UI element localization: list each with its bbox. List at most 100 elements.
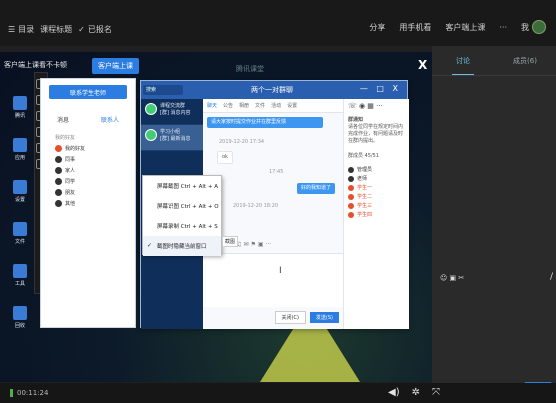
check-icon: ✓ xyxy=(78,25,85,34)
elapsed-timer: 00:11:24 xyxy=(10,389,48,397)
contact-teacher-button[interactable]: 联系学生老师 xyxy=(49,85,127,99)
app-icon xyxy=(13,306,27,320)
menu-item-label: 屏幕识图 Ctrl + Alt + O xyxy=(157,204,219,210)
list-item[interactable]: 我的好友 xyxy=(55,145,135,152)
avatar xyxy=(348,193,354,200)
member-name: 管理员 xyxy=(357,167,373,173)
tab-members[interactable]: 成员(6) xyxy=(494,46,556,75)
avatar xyxy=(145,103,157,115)
search-input[interactable]: 搜索 xyxy=(143,85,183,95)
list-item-label: 同学 xyxy=(65,179,76,185)
member-item[interactable]: 学生二 xyxy=(348,193,409,200)
member-name: 学生二 xyxy=(357,194,373,200)
list-item-label: 朋友 xyxy=(65,190,76,196)
list-item[interactable]: 其他 xyxy=(55,200,135,207)
tab-activity[interactable]: 活动 xyxy=(271,102,281,109)
avatar xyxy=(348,211,354,218)
desktop-icon[interactable]: 腾讯 xyxy=(2,92,38,126)
tab-contacts[interactable]: 联系人 xyxy=(101,115,119,124)
desktop-icon[interactable]: 设置 xyxy=(2,176,38,210)
side-icons[interactable]: ☏ ◉ ▦ ··· xyxy=(344,99,409,113)
app-icon xyxy=(13,138,27,152)
close-button[interactable]: 关闭(C) xyxy=(274,310,306,324)
member-count: 群成员 45/51 xyxy=(348,153,379,159)
member-item[interactable]: 学生四 xyxy=(348,211,409,218)
client-class-cta[interactable]: 客户端上课 xyxy=(92,58,139,74)
send-button[interactable]: 发送(S) xyxy=(309,311,339,323)
app-icon xyxy=(13,96,27,110)
menu-item-hide-window[interactable]: ✓ 截图时隐藏当前窗口 xyxy=(143,236,221,256)
bottom-bar: 00:11:24 ◀) ✲ ⤧ xyxy=(0,383,556,403)
menu-item-record[interactable]: 屏幕录制 Ctrl + Alt + S xyxy=(143,216,221,236)
tab-discussion[interactable]: 讨论 xyxy=(432,46,494,75)
tab-settings[interactable]: 设置 xyxy=(287,102,297,109)
menu-item-label: 屏幕截图 Ctrl + Alt + A xyxy=(157,184,218,190)
member-item[interactable]: 管理员 xyxy=(348,166,409,173)
conversation-item[interactable]: 课程交流群 [群] 消息内容 xyxy=(141,99,203,125)
list-item[interactable]: 同事 xyxy=(55,156,135,163)
menu-button[interactable]: ☰ 目录 xyxy=(8,24,34,35)
client-class-button[interactable]: 客户端上课 xyxy=(445,22,485,33)
message-bubble: 好的我知道了 xyxy=(297,183,336,194)
list-item-label: 我的好友 xyxy=(65,146,86,152)
member-name: 老师 xyxy=(357,176,368,182)
user-menu[interactable]: 我 xyxy=(521,20,546,34)
message-time: 17:45 xyxy=(269,169,284,175)
check-icon: ✓ xyxy=(147,242,153,249)
avatar[interactable] xyxy=(532,20,546,34)
member-item[interactable]: 学生三 xyxy=(348,202,409,209)
group-icon xyxy=(55,200,62,207)
list-item[interactable]: 朋友 xyxy=(55,189,135,196)
mobile-view-button[interactable]: 用手机看 xyxy=(399,22,431,33)
desktop-icon[interactable]: 工具 xyxy=(2,260,38,294)
settings-icon[interactable]: ✲ xyxy=(412,387,420,398)
menu-item-ocr[interactable]: 屏幕识图 Ctrl + Alt + O xyxy=(143,196,221,216)
desktop-icon[interactable]: 应用 xyxy=(2,134,38,168)
message-input[interactable]: I xyxy=(203,253,343,307)
member-item[interactable]: 老师 xyxy=(348,175,409,182)
chat-tabs: 聊天 公告 相册 文件 活动 设置 xyxy=(203,99,343,113)
tab-files[interactable]: 文件 xyxy=(255,102,265,109)
tab-messages[interactable]: 消息 xyxy=(57,115,69,124)
close-icon[interactable]: X xyxy=(418,58,427,72)
avatar xyxy=(348,175,354,182)
course-title: 课程标题 xyxy=(40,25,73,34)
list-item-label: 其他 xyxy=(65,201,76,207)
list-icon: ☰ xyxy=(8,25,16,34)
right-panel: 讨论 成员(6) ☺ ▣ ✂ / xyxy=(432,46,556,383)
volume-icon[interactable]: ◀) xyxy=(388,387,400,398)
chat-side-panel: ☏ ◉ ▦ ··· 群通知 请各位同学在规定时间内完成作业，有问题请及时在群内提… xyxy=(343,99,409,329)
desktop-icon[interactable]: 回收 xyxy=(2,302,38,336)
tab-chat[interactable]: 聊天 xyxy=(207,102,217,109)
conversation-item[interactable]: 学习小组 [群] 最新消息 xyxy=(141,125,203,151)
message-bubble: 请大家按时提交作业并在群里反馈 xyxy=(207,117,323,128)
avatar xyxy=(348,184,354,191)
group-icon xyxy=(55,167,62,174)
more-button[interactable]: ··· xyxy=(499,23,507,32)
tooltip: 截图 xyxy=(222,236,239,247)
send-row: 关闭(C) 发送(S) xyxy=(203,309,343,325)
menu-item-screenshot[interactable]: 屏幕截图 Ctrl + Alt + A xyxy=(143,176,221,196)
message-time: 2019-12-20 18:20 xyxy=(233,203,279,209)
fullscreen-icon[interactable]: ⤧ xyxy=(432,387,440,398)
group-icon xyxy=(55,145,62,152)
discussion-tools[interactable]: ☺ ▣ ✂ xyxy=(440,274,464,282)
tab-notice[interactable]: 公告 xyxy=(223,102,233,109)
window-controls[interactable]: — □ X xyxy=(360,84,401,93)
tab-album[interactable]: 相册 xyxy=(239,102,249,109)
group-icon xyxy=(55,189,62,196)
player-controls: ◀) ✲ ⤧ xyxy=(388,387,440,398)
desktop-icon-label: 文件 xyxy=(14,239,25,245)
signup-label: 已报名 xyxy=(87,25,112,34)
member-item[interactable]: 学生一 xyxy=(348,184,409,191)
conversation-name: 学习小组 xyxy=(160,129,181,135)
window-title: 两个一对群聊 xyxy=(251,86,293,94)
group-notice: 群通知 请各位同学在规定时间内完成作业，有问题请及时在群内提出。 xyxy=(344,113,409,149)
menu-item-label: 屏幕录制 Ctrl + Alt + S xyxy=(157,224,218,230)
list-item[interactable]: 家人 xyxy=(55,167,135,174)
scroll-handle-icon[interactable]: / xyxy=(550,272,553,282)
desktop-icon[interactable]: 文件 xyxy=(2,218,38,252)
share-button[interactable]: 分享 xyxy=(369,22,385,33)
app-icon xyxy=(13,180,27,194)
list-item[interactable]: 同学 xyxy=(55,178,135,185)
